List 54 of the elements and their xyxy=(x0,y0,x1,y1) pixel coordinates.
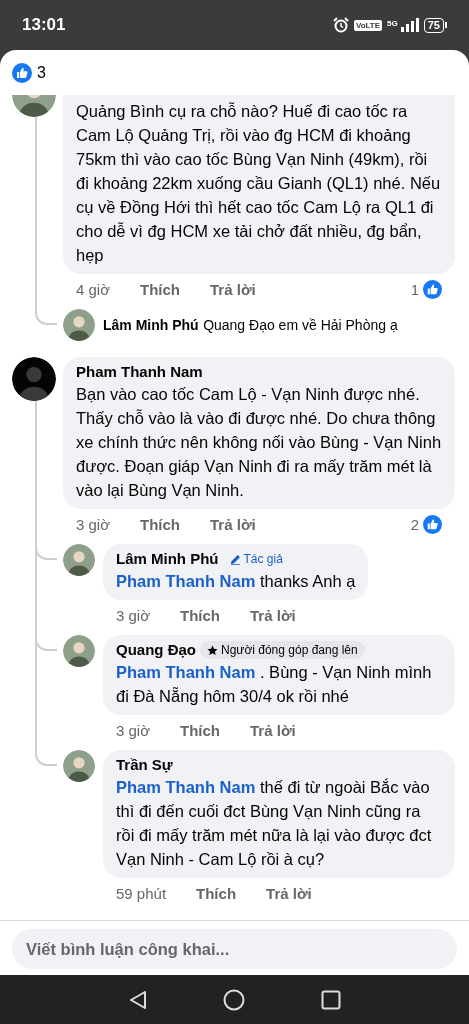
timestamp: 59 phút xyxy=(116,884,167,902)
like-link[interactable]: Thích xyxy=(180,606,221,624)
like-link[interactable]: Thích xyxy=(140,280,181,298)
clock: 13:01 xyxy=(22,15,66,35)
author-label: Tác giả xyxy=(243,552,283,566)
timestamp: 3 giờ xyxy=(76,515,111,533)
star-icon xyxy=(207,644,218,656)
mention-link[interactable]: Pham Thanh Nam xyxy=(116,663,256,681)
commenter-name[interactable]: Lâm Minh Phú xyxy=(103,317,199,333)
commenter-name[interactable]: Pham Thanh Nam xyxy=(76,362,442,382)
home-icon[interactable] xyxy=(223,988,246,1011)
recents-icon[interactable] xyxy=(321,989,342,1010)
timestamp: 4 giờ xyxy=(76,280,111,298)
commenter-name[interactable]: Lâm Minh Phú xyxy=(116,549,219,569)
mention-link[interactable]: Pham Thanh Nam xyxy=(116,778,256,796)
timestamp: 3 giờ xyxy=(116,606,151,624)
commenter-name[interactable]: Quang Đạo xyxy=(116,640,196,660)
avatar[interactable] xyxy=(63,309,95,341)
like-icon xyxy=(423,514,442,534)
badge-label: Người đóng góp đang lên xyxy=(221,643,358,657)
like-link[interactable]: Thích xyxy=(140,515,181,533)
like-reaction-icon xyxy=(12,62,32,83)
back-icon[interactable] xyxy=(127,989,148,1010)
avatar[interactable] xyxy=(63,544,95,576)
mention-link[interactable]: Pham Thanh Nam xyxy=(116,572,256,590)
pencil-icon xyxy=(229,553,241,565)
reply-link[interactable]: Trả lời xyxy=(210,515,256,533)
avatar[interactable] xyxy=(63,635,95,667)
volte-indicator: VoLTE xyxy=(353,19,383,31)
reply-link[interactable]: Trả lời xyxy=(266,884,312,902)
avatar[interactable] xyxy=(63,750,95,782)
comment-input[interactable]: Viết bình luận công khai... xyxy=(12,929,457,969)
network-type: 5G xyxy=(387,19,398,28)
reaction-count: 2 xyxy=(410,515,419,533)
reply-link[interactable]: Trả lời xyxy=(250,721,296,739)
comment-text: Bạn vào cao tốc Cam Lộ - Vạn Ninh được nhé. Thấy chỗ vào là vào đi được nhé. Do chưa thông xe chính thức nên không nối vào Bùng - Vạn Ninh được. Đoạn giáp Vạn Ninh đi ra mấy trăm mét là vào lại Bùng Vạn Ninh. xyxy=(76,384,442,501)
like-icon xyxy=(423,279,442,299)
avatar[interactable] xyxy=(12,357,56,401)
reply-text: Pham Thanh Nam . Bùng - Vạn Ninh mình đi Đà Nẵng hôm 30/4 ok rồi nhé xyxy=(116,662,433,707)
comment-text: Quảng Bình cụ ra chỗ nào? Huế đi cao tốc ra Cam Lộ Quảng Trị, rồi vào đg HCM đi khoảng 75km thì vào cao tốc Bùng Vạn Ninh (49km), rồi đi khoảng 22km xuống cầu Gianh (QL1) nhé. Nếu cụ về Đồng Hới thì hết cao tốc Cam Lộ ra QL1 đi cho dễ vì đg HCM xe tải chở đất nhiều, đg bẩn, hẹp xyxy=(76,101,442,266)
reaction-count[interactable]: 3 xyxy=(37,63,46,82)
like-link[interactable]: Thích xyxy=(180,721,221,739)
battery-level: 75 xyxy=(423,17,444,33)
timestamp: 3 giờ xyxy=(116,721,151,739)
reply-text: Pham Thanh Nam thế đi từ ngoài Bắc vào thì đi đến cuối đct Bùng Vạn Ninh cũng ra rồi đi mấy trăm mét nữa là lại vào được đct Vạn Ninh - Cam Lộ rồi à cụ? xyxy=(116,777,433,870)
signal-icon xyxy=(398,18,419,32)
reply-preview[interactable]: Quang Đạo em về Hải Phòng ạ xyxy=(203,317,398,333)
reply-link[interactable]: Trả lời xyxy=(250,606,296,624)
commenter-name[interactable]: Trần Sự xyxy=(116,755,173,775)
reply-link[interactable]: Trả lời xyxy=(210,280,256,298)
like-link[interactable]: Thích xyxy=(196,884,237,902)
reply-text: Pham Thanh Nam thanks Anh ạ xyxy=(116,571,356,592)
reaction-count: 1 xyxy=(410,280,419,298)
alarm-icon xyxy=(332,17,349,33)
